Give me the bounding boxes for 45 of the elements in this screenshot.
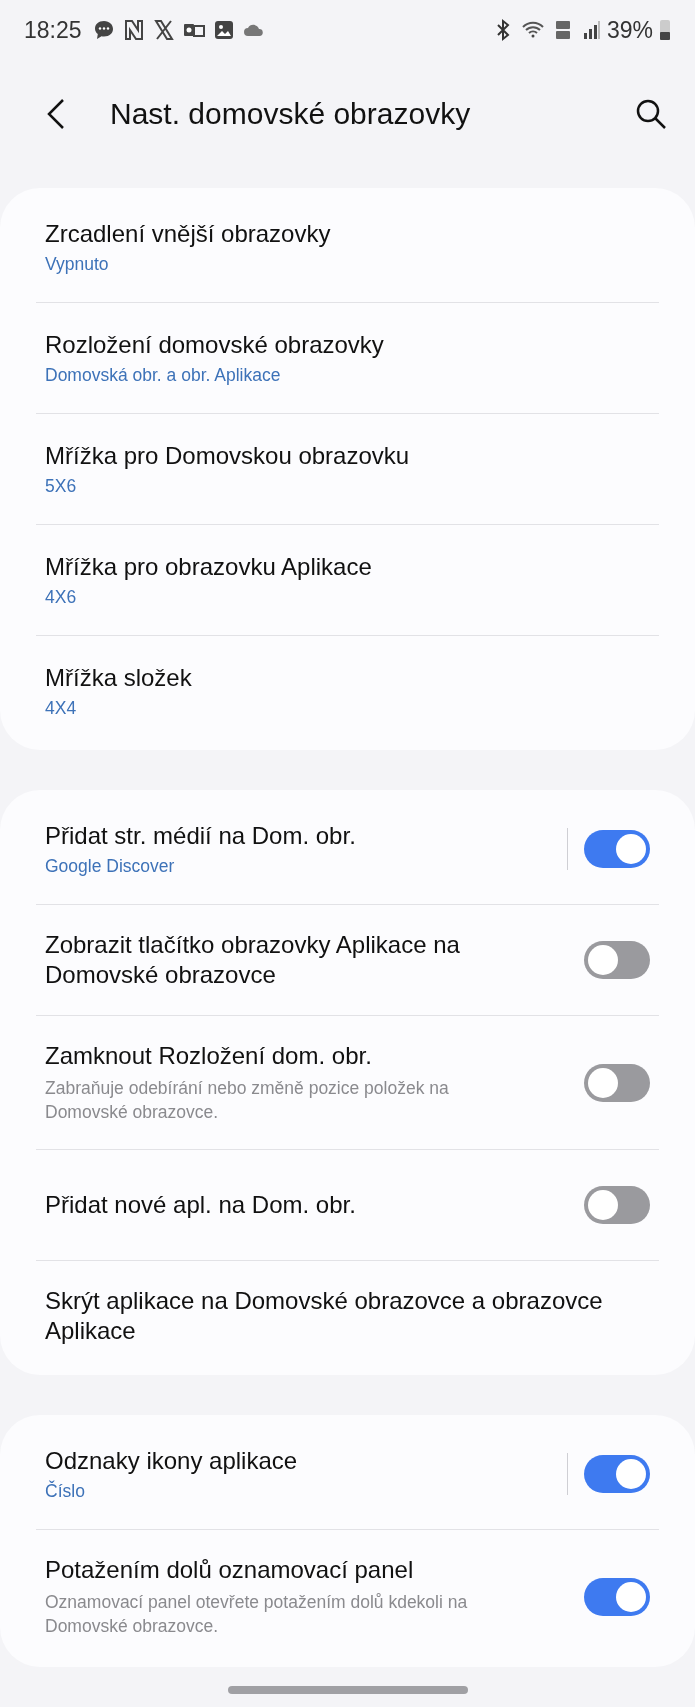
setting-value: 4X6 bbox=[45, 587, 78, 608]
settings-item[interactable]: Zrcadlení vnější obrazovky Vypnuto bbox=[36, 192, 659, 302]
setting-description: Zabraňuje odebírání nebo změně pozice položek na Domovské obrazovce. bbox=[45, 1077, 450, 1124]
status-time: 18:25 bbox=[24, 16, 82, 44]
settings-item[interactable]: Odznaky ikony aplikace Číslo bbox=[36, 1419, 659, 1529]
page-title: Nast. domovské obrazovky bbox=[110, 97, 472, 132]
setting-title: Mřížka pro Domovskou obrazovku bbox=[45, 441, 411, 471]
setting-value: 5X6 bbox=[45, 476, 78, 497]
setting-value: Číslo bbox=[45, 1481, 86, 1502]
toggle-switch[interactable] bbox=[584, 941, 650, 979]
toggle-switch[interactable] bbox=[584, 1186, 650, 1224]
toggle-switch[interactable] bbox=[584, 1455, 650, 1493]
setting-title: Potažením dolů oznamovací panel bbox=[45, 1555, 415, 1585]
settings-item[interactable]: Zobrazit tlačítko obrazovky Aplikace na Domovské obrazovce bbox=[36, 904, 659, 1015]
setting-title: Přidat nové apl. na Dom. obr. bbox=[45, 1190, 357, 1220]
setting-value: Google Discover bbox=[45, 856, 176, 877]
setting-value: 4X4 bbox=[45, 698, 78, 719]
toggle-switch[interactable] bbox=[584, 1577, 650, 1616]
setting-title: Skrýt aplikace na Domovské obrazovce a obrazovce Aplikace bbox=[45, 1286, 604, 1346]
battery-icon bbox=[659, 18, 671, 43]
setting-title: Mřížka složek bbox=[45, 663, 193, 693]
battery-percent: 39% bbox=[606, 16, 653, 44]
settings-item[interactable]: Přidat str. médií na Dom. obr. Google Discover bbox=[36, 794, 659, 904]
setting-value: Domovská obr. a obr. Aplikace bbox=[45, 365, 282, 386]
settings-item[interactable]: Zamknout Rozložení dom. obr. Zabraňuje odebírání nebo změně pozice položek na Domovské obrazovce. bbox=[36, 1015, 659, 1149]
toggle-switch[interactable] bbox=[584, 830, 650, 868]
settings-item[interactable]: Potažením dolů oznamovací panel Oznamovací panel otevřete potažením dolů kdekoli na Domovské obrazovce. bbox=[36, 1529, 659, 1663]
setting-description: Oznamovací panel otevřete potažením dolů kdekoli na Domovské obrazovce. bbox=[45, 1591, 469, 1638]
setting-title: Zrcadlení vnější obrazovky bbox=[45, 219, 332, 249]
search-icon bbox=[635, 98, 667, 131]
settings-item[interactable]: Skrýt aplikace na Domovské obrazovce a obrazovce Aplikace bbox=[36, 1260, 659, 1371]
setting-value: Vypnuto bbox=[45, 254, 110, 275]
settings-item[interactable]: Přidat nové apl. na Dom. obr. bbox=[36, 1149, 659, 1260]
setting-title: Přidat str. médií na Dom. obr. bbox=[45, 821, 357, 851]
setting-title: Mřížka pro obrazovku Aplikace bbox=[45, 552, 373, 582]
setting-title: Zamknout Rozložení dom. obr. bbox=[45, 1041, 373, 1071]
settings-item[interactable]: Mřížka pro obrazovku Aplikace 4X6 bbox=[36, 524, 659, 635]
toggle-switch[interactable] bbox=[584, 1063, 650, 1102]
setting-title: Odznaky ikony aplikace bbox=[45, 1446, 299, 1476]
setting-title: Zobrazit tlačítko obrazovky Aplikace na Domovské obrazovce bbox=[45, 930, 461, 990]
settings-item[interactable]: Mřížka složek 4X4 bbox=[36, 635, 659, 746]
settings-item[interactable]: Rozložení domovské obrazovky Domovská obr. a obr. Aplikace bbox=[36, 302, 659, 413]
home-handle[interactable] bbox=[227, 1686, 468, 1694]
settings-item[interactable]: Mřížka pro Domovskou obrazovku 5X6 bbox=[36, 413, 659, 524]
setting-title: Rozložení domovské obrazovky bbox=[45, 330, 385, 360]
